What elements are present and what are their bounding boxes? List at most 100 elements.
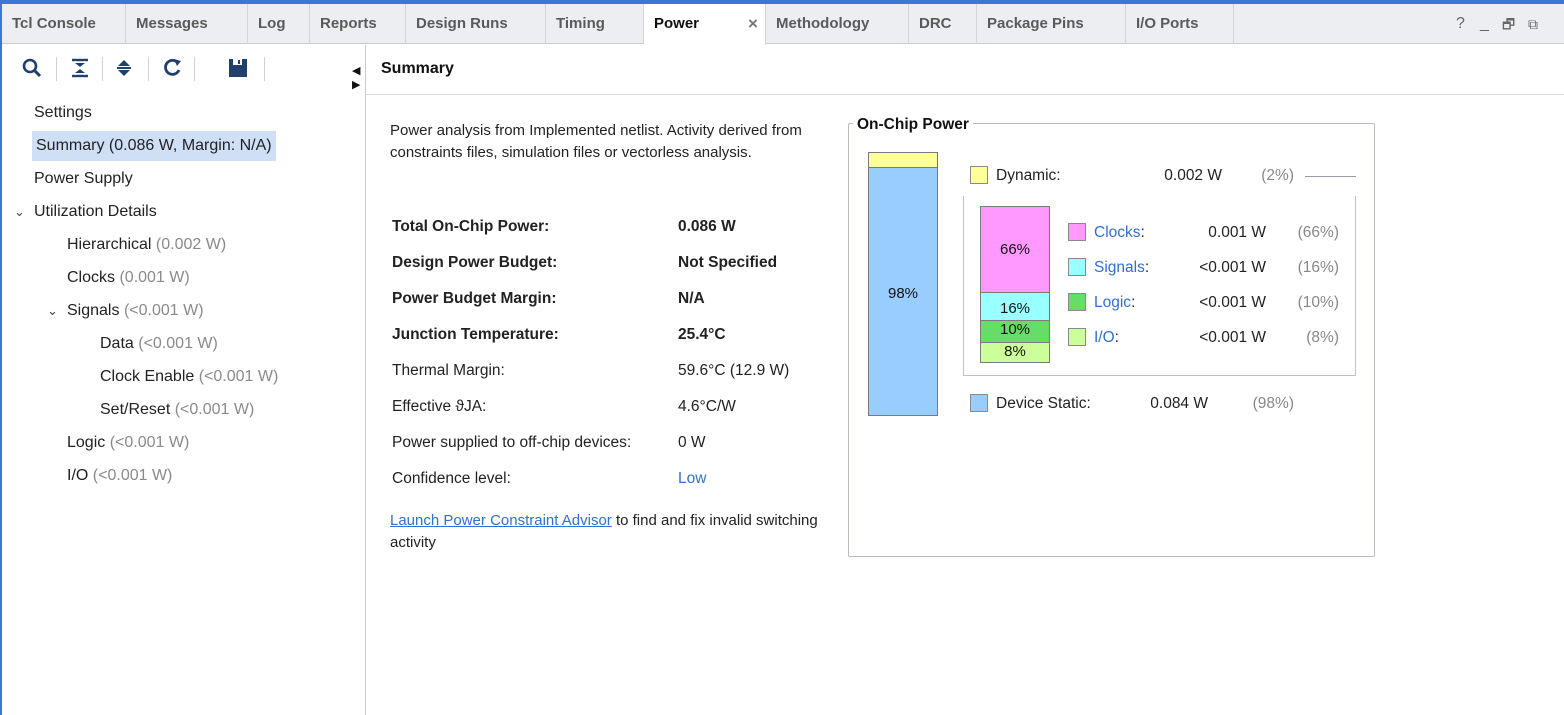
tree-item-label: Logic bbox=[67, 434, 106, 451]
tree-item-set-reset[interactable]: Set/Reset (<0.001 W) bbox=[100, 395, 254, 425]
logic-value: <0.001 W bbox=[1199, 294, 1266, 311]
tree-item-io[interactable]: I/O (<0.001 W) bbox=[67, 461, 172, 491]
thermal-margin-value: 59.6°C (12.9 W) bbox=[678, 362, 790, 379]
tab-timing[interactable]: Timing bbox=[546, 4, 644, 44]
restore-icon[interactable]: 🗗 bbox=[1502, 4, 1515, 44]
clocks-link[interactable]: Clocks bbox=[1094, 224, 1141, 241]
tab-label: Log bbox=[258, 15, 286, 32]
signals-label-colon: : bbox=[1144, 259, 1150, 276]
logic-percent: (10%) bbox=[1297, 294, 1339, 311]
signals-label: Signals: bbox=[1094, 259, 1149, 277]
tab-label: Messages bbox=[136, 15, 208, 32]
tab-drc[interactable]: DRC bbox=[909, 4, 977, 44]
minimize-icon[interactable]: _ bbox=[1480, 4, 1489, 44]
confidence-level-link[interactable]: Low bbox=[678, 470, 706, 488]
tab-methodology[interactable]: Methodology bbox=[766, 4, 909, 44]
device-static-label: Device Static: bbox=[996, 395, 1091, 412]
tab-design-runs[interactable]: Design Runs bbox=[406, 4, 546, 44]
junction-temp-value: 25.4°C bbox=[678, 326, 726, 343]
logic-link[interactable]: Logic bbox=[1094, 294, 1131, 311]
tab-tcl-console[interactable]: Tcl Console bbox=[2, 4, 126, 44]
total-power-value: 0.086 W bbox=[678, 218, 736, 235]
logic-label-colon: : bbox=[1131, 294, 1136, 311]
advisor-text: Launch Power Constraint Advisor to find … bbox=[390, 510, 820, 554]
tree-item-utilization-details[interactable]: Utilization Details bbox=[34, 197, 157, 227]
tab-log[interactable]: Log bbox=[248, 4, 310, 44]
logic-swatch bbox=[1068, 293, 1086, 311]
total-power-label: Total On-Chip Power: bbox=[392, 218, 550, 235]
budget-margin-label: Power Budget Margin: bbox=[392, 290, 557, 307]
pane-collapse-toggle[interactable]: ◀ ▶ bbox=[352, 64, 362, 92]
tree-item-logic[interactable]: Logic (<0.001 W) bbox=[67, 428, 189, 458]
dynamic-bracket-line bbox=[1305, 176, 1356, 177]
tree-item-power-supply[interactable]: Power Supply bbox=[34, 164, 133, 194]
tree-item-hierarchical[interactable]: Hierarchical (0.002 W) bbox=[67, 230, 226, 260]
expand-all-icon[interactable] bbox=[112, 57, 136, 81]
tab-power[interactable]: Power × bbox=[644, 4, 766, 45]
tab-messages[interactable]: Messages bbox=[126, 4, 248, 44]
tree-item-clock-enable[interactable]: Clock Enable (<0.001 W) bbox=[100, 362, 278, 392]
effective-theta-ja-label: Effective ϑJA: bbox=[392, 398, 487, 415]
tree-item-power: (0.001 W) bbox=[119, 269, 190, 286]
tab-label: Tcl Console bbox=[12, 15, 96, 32]
tab-label: Methodology bbox=[776, 15, 870, 32]
chevron-down-icon[interactable]: ⌄ bbox=[14, 204, 25, 220]
expand-right-icon: ▶ bbox=[352, 79, 361, 91]
device-static-value: 0.084 W bbox=[1150, 395, 1208, 412]
search-icon[interactable] bbox=[20, 57, 44, 81]
close-icon[interactable]: × bbox=[748, 4, 758, 44]
clocks-swatch bbox=[1068, 223, 1086, 241]
window-left-accent bbox=[0, 4, 2, 715]
thermal-margin-label: Thermal Margin: bbox=[392, 362, 505, 379]
tab-package-pins[interactable]: Package Pins bbox=[977, 4, 1126, 44]
signals-link[interactable]: Signals bbox=[1094, 259, 1145, 276]
clocks-bar-segment: 66% bbox=[980, 206, 1050, 293]
launch-advisor-link[interactable]: Launch Power Constraint Advisor bbox=[390, 512, 612, 529]
tree-item-signals[interactable]: Signals (<0.001 W) bbox=[67, 296, 204, 326]
tree-item-settings[interactable]: Settings bbox=[34, 98, 92, 128]
tree-item-power: (0.002 W) bbox=[155, 236, 227, 253]
tab-label: Design Runs bbox=[416, 15, 508, 32]
tree-item-power: (<0.001 W) bbox=[174, 401, 255, 418]
budget-margin-value: N/A bbox=[678, 290, 705, 307]
io-bar-segment: 8% bbox=[980, 342, 1050, 363]
logic-bar-segment: 10% bbox=[980, 320, 1050, 343]
tree-item-label: Clocks bbox=[67, 269, 116, 286]
tab-label: Power bbox=[654, 15, 700, 32]
clocks-percent: (66%) bbox=[1297, 224, 1339, 241]
tab-reports[interactable]: Reports bbox=[310, 4, 406, 44]
summary-header: Summary bbox=[366, 45, 1564, 95]
tree-item-label: Settings bbox=[34, 104, 92, 121]
save-icon[interactable] bbox=[226, 57, 250, 81]
junction-temp-label: Junction Temperature: bbox=[392, 326, 559, 343]
io-label-colon: : bbox=[1114, 329, 1119, 346]
io-link[interactable]: I/O bbox=[1094, 329, 1115, 346]
help-icon[interactable]: ? bbox=[1456, 4, 1465, 44]
dynamic-value: 0.002 W bbox=[1164, 167, 1222, 184]
off-chip-power-label: Power supplied to off-chip devices: bbox=[392, 434, 632, 451]
float-icon[interactable]: ⧉ bbox=[1528, 4, 1538, 44]
io-value: <0.001 W bbox=[1199, 329, 1266, 346]
tree-item-summary[interactable]: Summary (0.086 W, Margin: N/A) bbox=[32, 131, 276, 161]
tree-item-clocks[interactable]: Clocks (0.001 W) bbox=[67, 263, 190, 293]
refresh-icon[interactable] bbox=[160, 57, 184, 81]
collapse-all-icon[interactable] bbox=[68, 57, 92, 81]
clocks-label: Clocks: bbox=[1094, 224, 1145, 242]
effective-theta-ja-value: 4.6°C/W bbox=[678, 398, 736, 415]
tree-item-power: (<0.001 W) bbox=[92, 467, 173, 484]
toolbar-separator bbox=[148, 57, 149, 81]
signals-value: <0.001 W bbox=[1199, 259, 1266, 276]
tab-bar: Tcl Console Messages Log Reports Design … bbox=[2, 4, 1564, 45]
toolbar-separator bbox=[102, 57, 103, 81]
tree-item-power: (<0.001 W) bbox=[109, 434, 190, 451]
device-static-percent: (98%) bbox=[1252, 395, 1294, 412]
toolbar-separator bbox=[264, 57, 265, 81]
tree-item-label: Signals bbox=[67, 302, 120, 319]
signals-swatch bbox=[1068, 258, 1086, 276]
pane-splitter[interactable] bbox=[365, 45, 366, 715]
tree-item-data[interactable]: Data (<0.001 W) bbox=[100, 329, 218, 359]
tab-io-ports[interactable]: I/O Ports bbox=[1126, 4, 1234, 44]
tree-item-power: (<0.001 W) bbox=[138, 335, 218, 352]
chevron-down-icon[interactable]: ⌄ bbox=[47, 303, 58, 319]
dynamic-label: Dynamic: bbox=[996, 167, 1061, 184]
